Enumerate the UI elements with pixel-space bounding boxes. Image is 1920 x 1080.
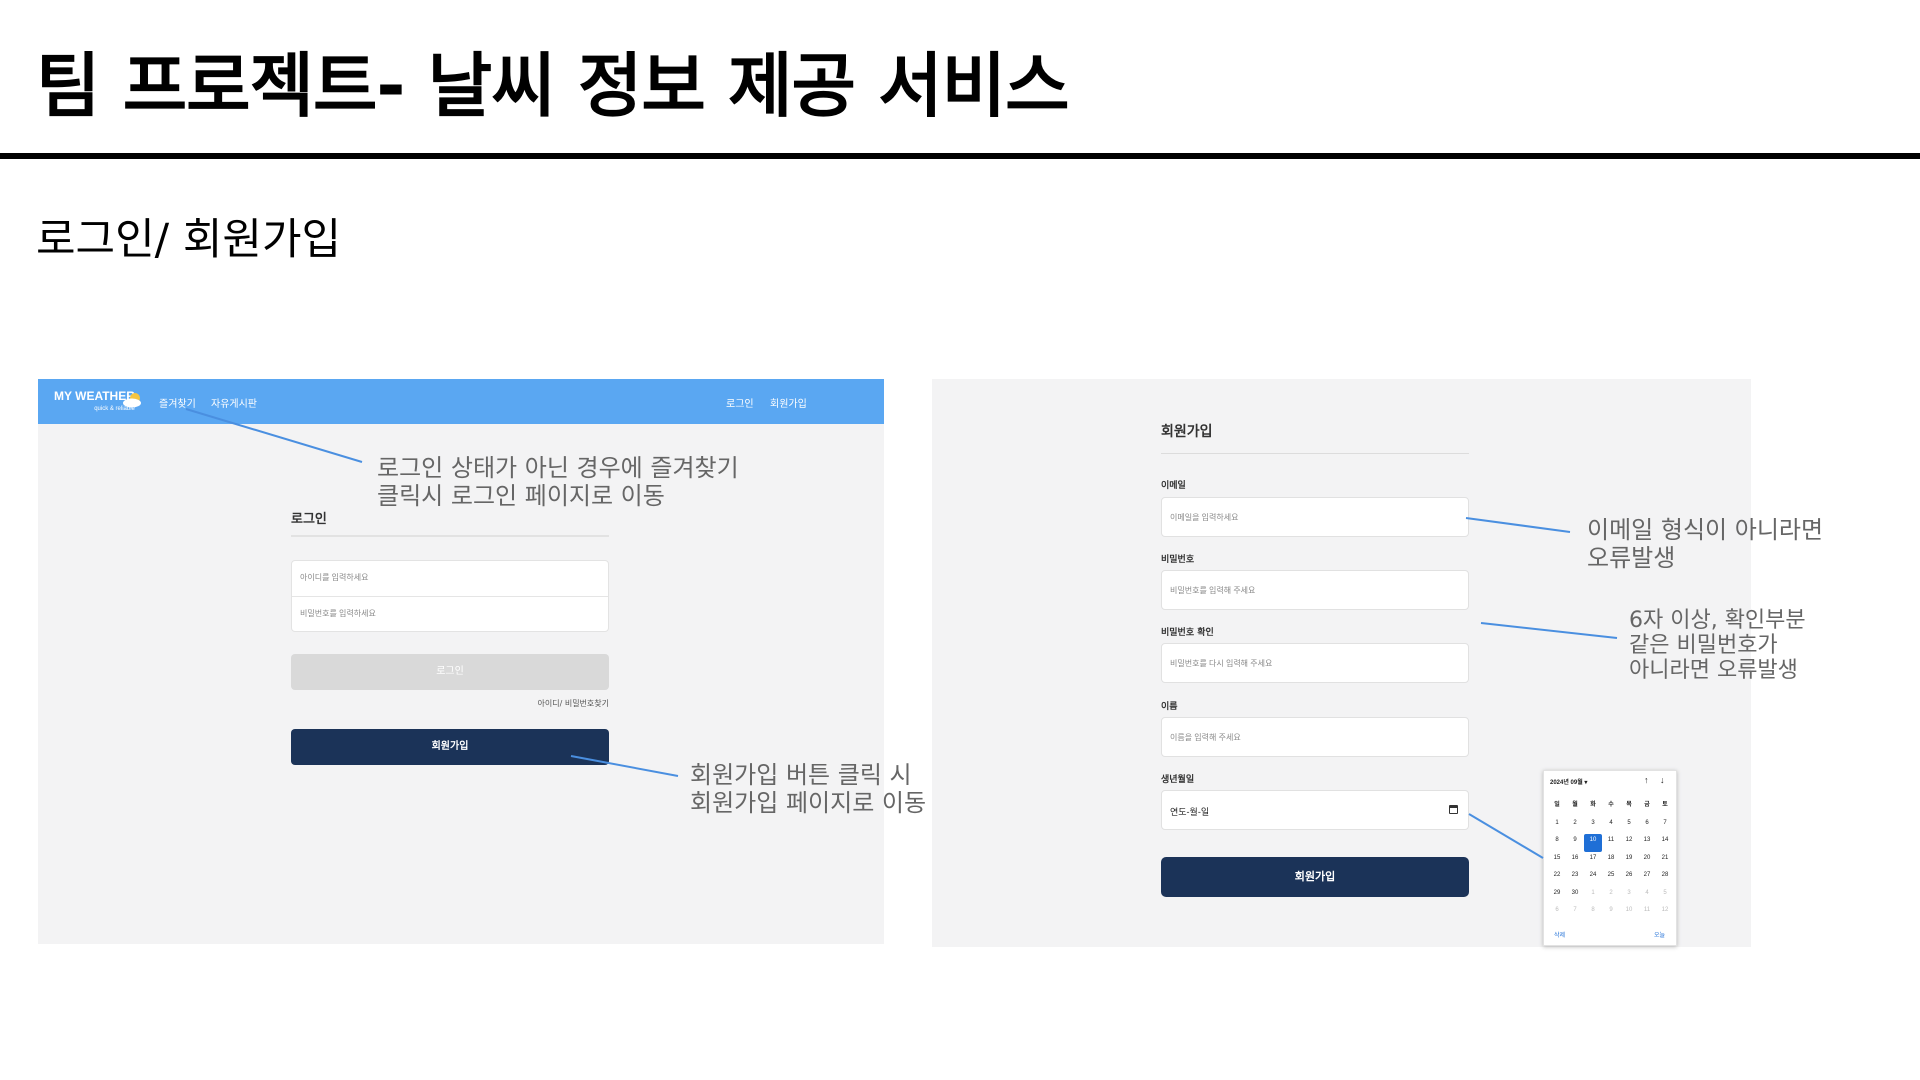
signup-annotation: 회원가입 버튼 클릭 시 회원가입 페이지로 이동 [690,761,927,817]
favorites-annotation: 로그인 상태가 아닌 경우에 즐겨찾기 클릭시 로그인 페이지로 이동 [377,454,739,510]
connector-signup [570,755,679,777]
connector-email [1465,517,1571,533]
connector-favorites [185,408,363,463]
email-annotation: 이메일 형식이 아니라면 오류발생 [1587,516,1824,572]
password-annotation: 6자 이상, 확인부분 같은 비밀번호가 아니라면 오류발생 [1629,608,1806,683]
connector-birth [1468,813,1544,859]
connector-password [1480,622,1618,639]
